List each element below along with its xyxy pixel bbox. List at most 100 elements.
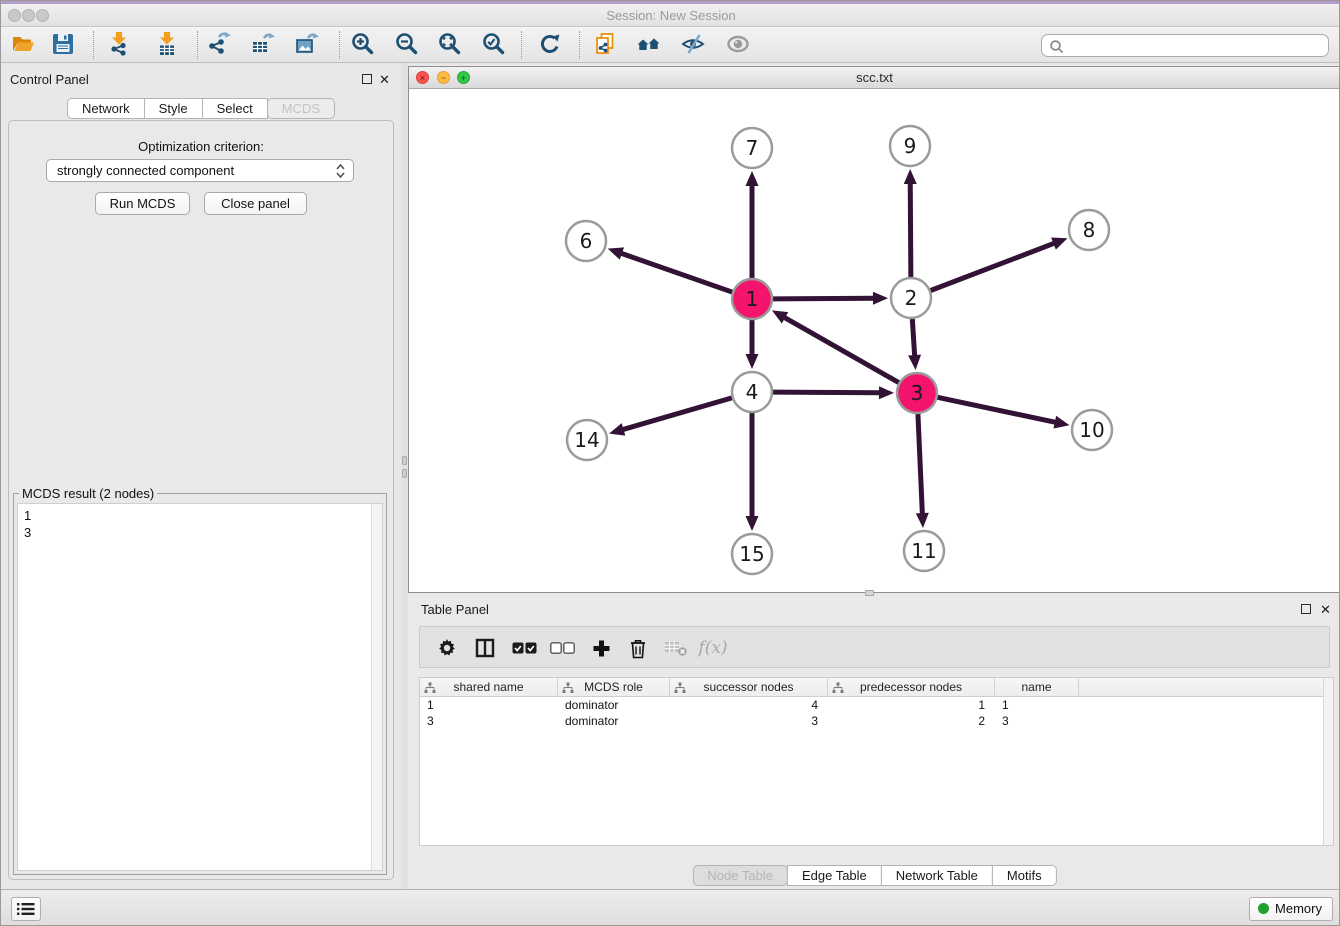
add-column-icon[interactable] <box>586 627 616 669</box>
delete-column-icon[interactable] <box>623 627 653 669</box>
mcds-result-area[interactable]: 13 <box>17 503 383 871</box>
column-header-predecessor-nodes[interactable]: predecessor nodes <box>828 678 995 697</box>
tab-select[interactable]: Select <box>202 98 268 119</box>
graph-node-2[interactable]: 2 <box>891 278 931 318</box>
graph-node-1[interactable]: 1 <box>732 279 772 319</box>
graph-node-4[interactable]: 4 <box>732 372 772 412</box>
table-cell[interactable]: 1 <box>828 697 995 713</box>
graph-node-7[interactable]: 7 <box>732 128 772 168</box>
svg-text:10: 10 <box>1079 418 1104 442</box>
network-window-titlebar[interactable]: × − + scc.txt <box>409 67 1340 89</box>
edge-2-9[interactable] <box>910 182 911 277</box>
deselect-all-icon[interactable] <box>547 627 577 669</box>
memory-button[interactable]: Memory <box>1249 897 1333 921</box>
tab-style[interactable]: Style <box>144 98 203 119</box>
table-panel: Table Panel ✕ <box>408 597 1340 889</box>
edge-3-11[interactable] <box>918 414 922 515</box>
edge-1-6[interactable] <box>620 253 732 292</box>
table-cell[interactable]: dominator <box>558 713 670 729</box>
zoom-selected-icon[interactable] <box>480 30 508 58</box>
edge-arrowhead <box>609 423 625 435</box>
result-scrollbar[interactable] <box>371 504 382 870</box>
settings-gear-icon[interactable] <box>432 627 462 669</box>
tab-mcds[interactable]: MCDS <box>267 98 335 119</box>
float-table-panel-icon[interactable] <box>1301 604 1311 614</box>
tab-network-table[interactable]: Network Table <box>881 865 993 886</box>
edge-4-14[interactable] <box>622 398 732 430</box>
graph-node-14[interactable]: 14 <box>567 420 607 460</box>
table-cell[interactable]: 1 <box>420 697 558 713</box>
table-scrollbar[interactable] <box>1323 678 1333 845</box>
show-all-icon[interactable] <box>724 30 752 58</box>
task-history-button[interactable] <box>11 897 41 921</box>
column-header-MCDS-role[interactable]: MCDS role <box>558 678 670 697</box>
zoom-out-icon[interactable] <box>393 30 421 58</box>
chevron-up-down-icon <box>335 163 346 179</box>
tab-motifs[interactable]: Motifs <box>992 865 1057 886</box>
hide-selected-icon[interactable] <box>679 30 707 58</box>
optimization-criterion-dropdown[interactable]: strongly connected component <box>46 159 354 182</box>
export-network-icon[interactable] <box>205 30 233 58</box>
graph-node-10[interactable]: 10 <box>1072 410 1112 450</box>
edge-2-3[interactable] <box>912 319 914 357</box>
column-header-successor-nodes[interactable]: successor nodes <box>670 678 828 697</box>
table-cell[interactable]: dominator <box>558 697 670 713</box>
table-row[interactable]: 1dominator411 <box>420 697 1323 713</box>
import-table-icon[interactable] <box>153 30 181 58</box>
close-table-panel-icon[interactable]: ✕ <box>1320 605 1331 615</box>
table-cell[interactable]: 4 <box>670 697 828 713</box>
close-panel-button[interactable]: Close panel <box>204 192 307 215</box>
edge-3-1[interactable] <box>783 317 898 383</box>
search-icon <box>1048 38 1066 56</box>
network-graph[interactable]: 7 9 6 8 1 2 4 3 14 10 15 11 <box>409 89 1340 592</box>
graph-node-8[interactable]: 8 <box>1069 210 1109 250</box>
list-icon <box>17 902 35 916</box>
graph-node-15[interactable]: 15 <box>732 534 772 574</box>
search-field[interactable] <box>1041 34 1329 57</box>
tab-network[interactable]: Network <box>67 98 145 119</box>
table-row[interactable]: 3dominator323 <box>420 713 1323 729</box>
network-resize-handle[interactable] <box>865 590 874 596</box>
graph-node-9[interactable]: 9 <box>890 126 930 166</box>
function-builder-icon[interactable]: f(x) <box>698 627 728 669</box>
edge-3-10[interactable] <box>938 397 1057 422</box>
graph-node-3[interactable]: 3 <box>897 373 937 413</box>
table-cell[interactable]: 3 <box>995 713 1079 729</box>
graph-node-11[interactable]: 11 <box>904 531 944 571</box>
table-cell[interactable]: 3 <box>670 713 828 729</box>
tab-node-table[interactable]: Node Table <box>692 865 788 886</box>
first-neighbors-icon[interactable] <box>635 30 663 58</box>
vertical-splitter[interactable] <box>401 63 408 889</box>
tab-edge-table[interactable]: Edge Table <box>787 865 882 886</box>
export-table-icon[interactable] <box>248 30 276 58</box>
float-panel-icon[interactable] <box>362 74 372 84</box>
column-header-name[interactable]: name <box>995 678 1079 697</box>
export-image-icon[interactable] <box>292 30 320 58</box>
zoom-in-icon[interactable] <box>349 30 377 58</box>
svg-text:1: 1 <box>746 287 759 311</box>
session-title: Session: New Session <box>1 8 1340 23</box>
columns-view-icon[interactable] <box>470 627 500 669</box>
network-canvas[interactable]: 7 9 6 8 1 2 4 3 14 10 15 11 <box>409 89 1340 592</box>
open-session-icon[interactable] <box>9 30 37 58</box>
select-all-icon[interactable] <box>509 627 539 669</box>
clone-network-icon[interactable] <box>591 30 619 58</box>
import-network-icon[interactable] <box>105 30 133 58</box>
node-table[interactable]: shared nameMCDS rolesuccessor nodesprede… <box>419 677 1334 846</box>
search-input[interactable] <box>1066 36 1324 55</box>
refresh-layout-icon[interactable] <box>536 30 564 58</box>
table-cell[interactable]: 3 <box>420 713 558 729</box>
table-cell[interactable]: 2 <box>828 713 995 729</box>
edge-4-3[interactable] <box>773 392 881 393</box>
zoom-fit-icon[interactable] <box>436 30 464 58</box>
edge-2-8[interactable] <box>931 243 1056 291</box>
delete-table-icon[interactable] <box>661 627 691 669</box>
svg-text:9: 9 <box>904 134 917 158</box>
graph-node-6[interactable]: 6 <box>566 221 606 261</box>
edge-1-2[interactable] <box>773 298 875 299</box>
run-mcds-button[interactable]: Run MCDS <box>95 192 190 215</box>
table-cell[interactable]: 1 <box>995 697 1079 713</box>
close-panel-icon[interactable]: ✕ <box>379 75 390 85</box>
save-session-icon[interactable] <box>49 30 77 58</box>
column-header-shared-name[interactable]: shared name <box>420 678 558 697</box>
